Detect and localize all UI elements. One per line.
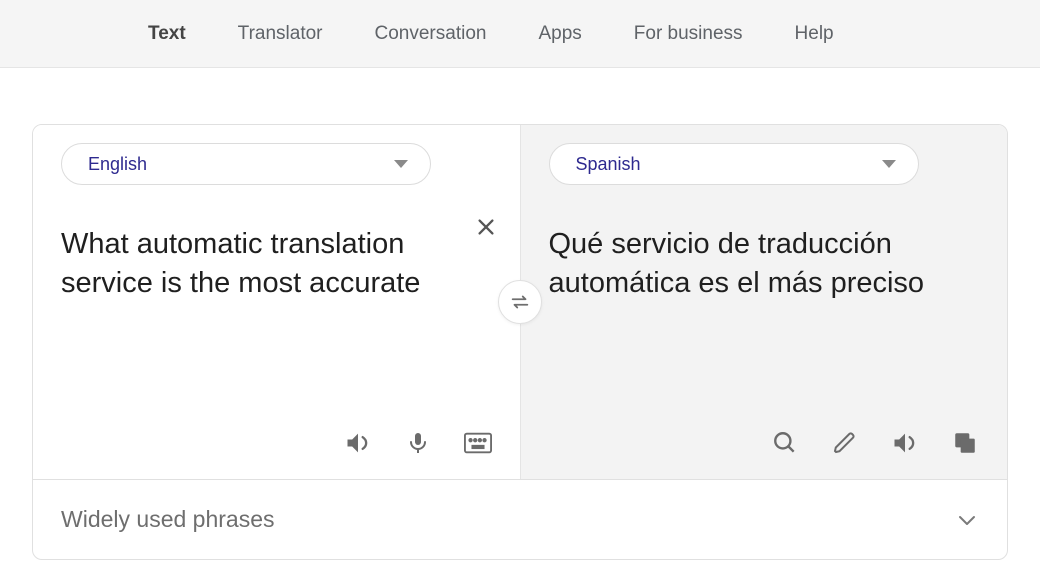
target-language-select[interactable]: Spanish — [549, 143, 919, 185]
listen-target-button[interactable] — [891, 429, 919, 457]
clear-button[interactable] — [470, 211, 502, 243]
microphone-button[interactable] — [404, 429, 432, 457]
nav-tab-help[interactable]: Help — [795, 23, 834, 45]
search-button[interactable] — [771, 429, 799, 457]
caret-down-icon — [394, 160, 408, 168]
listen-source-button[interactable] — [344, 429, 372, 457]
source-text[interactable]: What automatic translation service is th… — [61, 225, 441, 303]
swap-icon — [509, 291, 531, 313]
nav-tab-translator[interactable]: Translator — [238, 23, 323, 45]
chevron-down-icon — [955, 508, 979, 532]
edit-button[interactable] — [831, 429, 859, 457]
keyboard-icon — [464, 432, 492, 454]
translator-card: English What automatic translation servi… — [32, 124, 1008, 560]
source-language-label: English — [88, 154, 147, 175]
target-text: Qué servicio de traducción automática es… — [549, 225, 949, 303]
speaker-icon — [891, 429, 919, 457]
top-nav: Text Translator Conversation Apps For bu… — [0, 0, 1040, 68]
speaker-icon — [344, 429, 372, 457]
search-icon — [772, 430, 798, 456]
nav-tab-conversation[interactable]: Conversation — [375, 23, 487, 45]
keyboard-button[interactable] — [464, 429, 492, 457]
target-panel: Spanish Qué servicio de traducción autom… — [520, 125, 1008, 479]
copy-icon — [952, 430, 978, 456]
close-icon — [475, 216, 497, 238]
source-language-select[interactable]: English — [61, 143, 431, 185]
microphone-icon — [406, 429, 430, 457]
nav-tab-apps[interactable]: Apps — [538, 23, 581, 45]
target-language-label: Spanish — [576, 154, 641, 175]
copy-button[interactable] — [951, 429, 979, 457]
caret-down-icon — [882, 160, 896, 168]
source-panel: English What automatic translation servi… — [33, 125, 520, 479]
nav-tab-text[interactable]: Text — [148, 23, 186, 45]
pencil-icon — [833, 431, 857, 455]
swap-languages-button[interactable] — [498, 280, 542, 324]
widely-used-phrases-toggle[interactable]: Widely used phrases — [33, 479, 1007, 559]
nav-tab-business[interactable]: For business — [634, 23, 743, 45]
phrases-label: Widely used phrases — [61, 506, 275, 533]
